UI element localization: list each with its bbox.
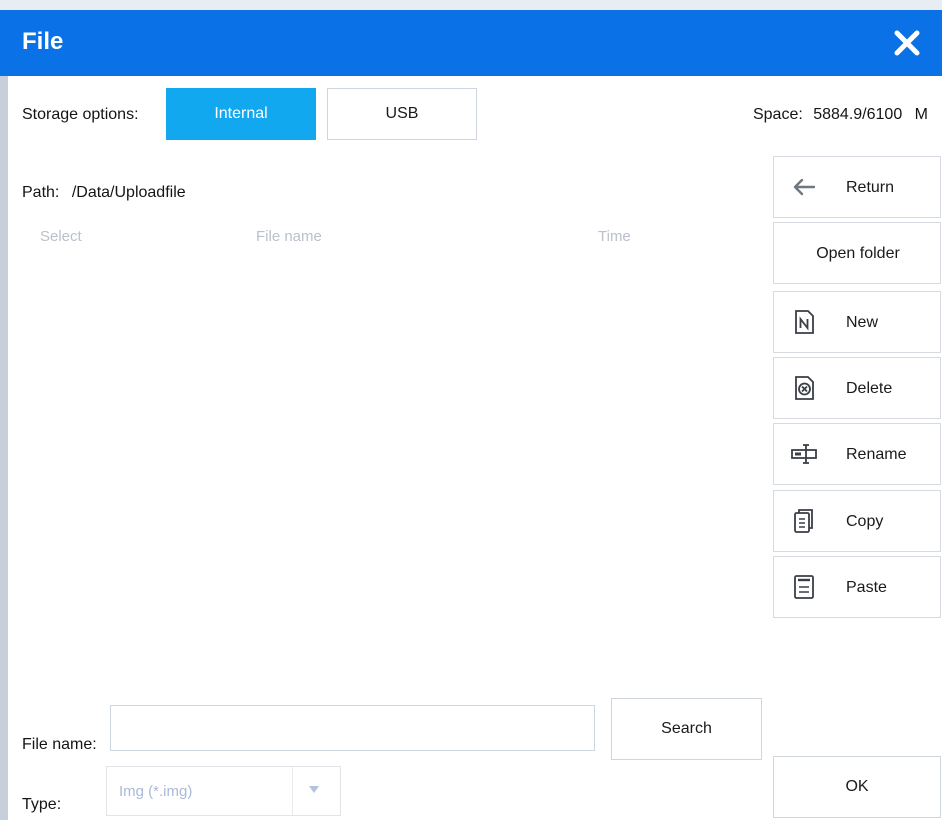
storage-usb-button[interactable]: USB [327,88,477,140]
arrow-left-icon [793,178,816,196]
space-label: Space: [752,106,803,123]
close-icon[interactable] [890,26,924,60]
top-strip [0,0,942,10]
chevron-down-icon [309,786,319,793]
new-button[interactable]: New [773,291,941,353]
open-folder-label: Open folder [816,245,900,262]
select-divider [292,767,293,815]
type-select[interactable]: Img (*.img) [106,766,341,816]
window-title: File [22,28,64,55]
rename-button[interactable]: Rename [773,423,941,485]
new-label: New [846,314,879,331]
rename-label: Rename [846,446,907,463]
title-bar: File [0,10,942,76]
return-label: Return [846,179,895,196]
rename-icon [791,444,817,464]
file-name-label: File name: [22,736,97,753]
paste-icon [794,575,814,599]
delete-file-icon [795,376,814,400]
paste-button[interactable]: Paste [773,556,941,618]
open-folder-button[interactable]: Open folder [773,222,941,284]
space-indicator: Space: 5884.9/6100 M [753,106,928,124]
column-file-name: File name [256,228,322,245]
path-display: Path: /Data/Uploadfile [22,184,186,202]
copy-label: Copy [846,513,884,530]
ok-button[interactable]: OK [773,756,941,818]
left-edge [0,76,8,820]
type-label: Type: [22,796,62,813]
new-file-icon [795,310,814,334]
paste-label: Paste [846,579,887,596]
column-time: Time [598,228,631,245]
storage-internal-button[interactable]: Internal [166,88,316,140]
search-button[interactable]: Search [611,698,762,760]
space-value: 5884.9/6100 [813,106,903,123]
copy-button[interactable]: Copy [773,490,941,552]
copy-icon [794,509,813,533]
space-unit: M [914,106,928,123]
delete-label: Delete [846,380,893,397]
type-selected-value: Img (*.img) [119,783,193,800]
file-name-input[interactable] [110,705,595,751]
column-select: Select [40,228,82,245]
path-label: Path: [22,184,60,201]
delete-button[interactable]: Delete [773,357,941,419]
storage-options-label: Storage options: [22,106,139,123]
path-value: /Data/Uploadfile [71,184,186,201]
return-button[interactable]: Return [773,156,941,218]
